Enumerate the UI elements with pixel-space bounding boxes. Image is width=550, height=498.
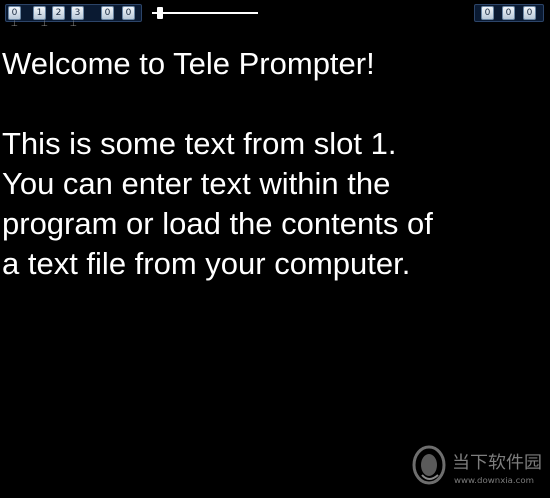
close-button[interactable]: 0 xyxy=(523,6,536,20)
downxia-logo-icon xyxy=(412,445,446,485)
window-toggle-label: 0 xyxy=(11,8,18,18)
minimize-button[interactable]: 0 xyxy=(481,6,494,20)
slot-1-button[interactable]: 1 xyxy=(33,6,46,20)
edit-text-button[interactable]: 0 xyxy=(122,6,135,20)
slider-thumb[interactable] xyxy=(157,7,163,19)
edit-text-label: 0 xyxy=(125,8,132,18)
watermark-name: 当下软件园 xyxy=(452,453,542,473)
window-toggle-button[interactable]: 0 xyxy=(8,6,21,20)
open-file-label: 0 xyxy=(104,8,111,18)
close-label: 0 xyxy=(526,8,533,18)
watermark-text: 当下软件园 www.downxia.com xyxy=(452,453,542,485)
watermark-url: www.downxia.com xyxy=(454,476,534,485)
pin-icon: ⊥ xyxy=(70,19,77,28)
slider-track xyxy=(152,12,258,14)
toolbar: 0 1 2 3 ⊥ ⊥ ⊥ 0 0 0 0 0 xyxy=(0,0,550,28)
teleprompter-window: 0 1 2 3 ⊥ ⊥ ⊥ 0 0 0 0 0 Welcome to Tele … xyxy=(0,0,550,498)
maximize-label: 0 xyxy=(505,8,512,18)
slot-1-label: 1 xyxy=(36,8,43,18)
slot-3-button[interactable]: 3 xyxy=(71,6,84,20)
open-file-button[interactable]: 0 xyxy=(101,6,114,20)
watermark: 当下软件园 www.downxia.com xyxy=(412,442,547,492)
maximize-button[interactable]: 0 xyxy=(502,6,515,20)
slot-3-label: 3 xyxy=(74,8,81,18)
pin-icon: ⊥ xyxy=(41,19,48,28)
slot-2-label: 2 xyxy=(55,8,62,18)
slot-2-button[interactable]: 2 xyxy=(52,6,65,20)
pin-icon: ⊥ xyxy=(11,19,18,28)
prompter-text: Welcome to Tele Prompter! This is some t… xyxy=(2,46,433,281)
scroll-speed-slider[interactable] xyxy=(152,6,258,20)
minimize-label: 0 xyxy=(484,8,491,18)
